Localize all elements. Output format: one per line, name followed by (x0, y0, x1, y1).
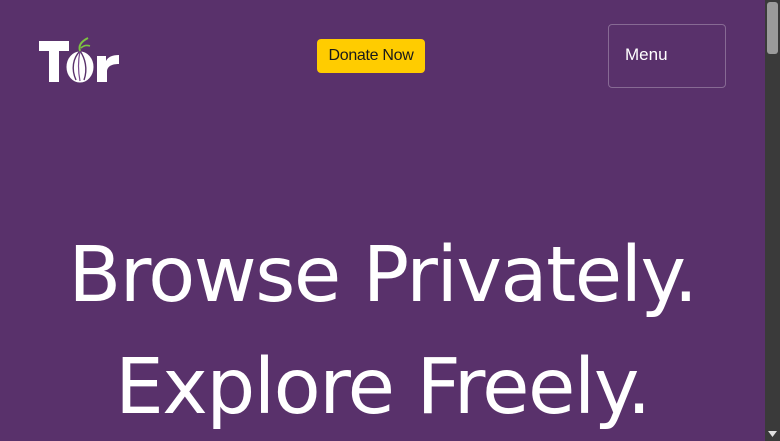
tor-logo-icon[interactable] (38, 36, 122, 86)
page: Donate Now Menu Browse Privately. Explor… (0, 0, 765, 441)
hero-headline: Browse Privately. Explore Freely. (0, 220, 765, 441)
hero-line-2: Explore Freely. (115, 343, 651, 432)
scrollbar-thumb[interactable] (767, 2, 778, 54)
vertical-scrollbar[interactable] (765, 0, 780, 441)
menu-button[interactable]: Menu (608, 24, 726, 88)
triangle-down-icon[interactable] (765, 426, 780, 441)
donate-now-button[interactable]: Donate Now (317, 39, 425, 73)
hero-line-1: Browse Privately. (68, 231, 698, 320)
